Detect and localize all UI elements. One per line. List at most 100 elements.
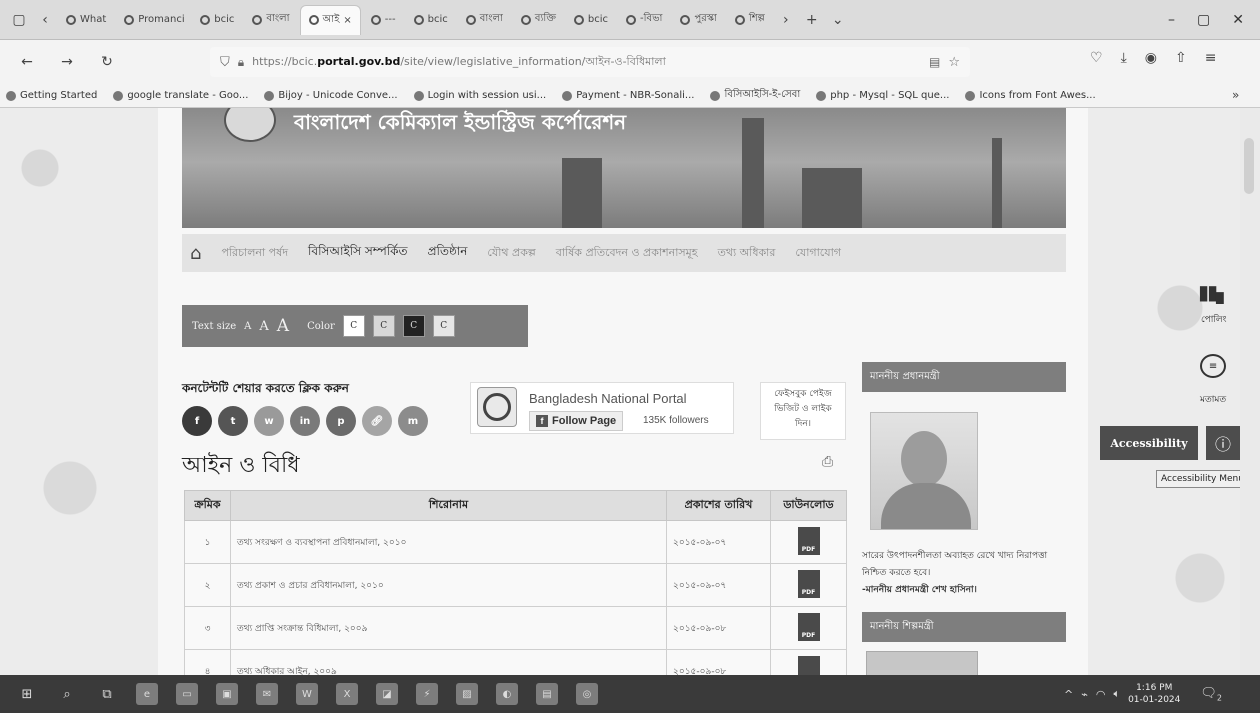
bookmark-item[interactable]: php - Mysql - SQL que...: [816, 90, 949, 101]
row-title[interactable]: তথ্য প্রকাশ ও প্রচার প্রবিধানমালা, ২০১০: [230, 563, 667, 607]
feedback-widget[interactable]: ≡ মতামত: [1200, 354, 1226, 407]
menu-icon[interactable]: ≡: [1205, 50, 1217, 66]
linkedin-icon[interactable]: in: [290, 406, 320, 436]
task-view-icon[interactable]: ⧉: [96, 683, 118, 705]
address-bar[interactable]: ⛉ 🔒︎ https://bcic.portal.gov.bd/site/vie…: [210, 47, 970, 77]
color-option-black[interactable]: C: [402, 315, 425, 337]
extensions-icon[interactable]: ⇧: [1175, 50, 1187, 66]
search-icon[interactable]: ⌕: [56, 683, 78, 705]
store-icon[interactable]: ▣: [216, 683, 238, 705]
pdf-download-icon[interactable]: PDF: [797, 612, 820, 641]
accessibility-button[interactable]: Accessibility: [1100, 426, 1198, 460]
lock-icon[interactable]: 🔒︎: [238, 55, 244, 70]
poll-widget[interactable]: ▮▮▖ পোলিং: [1198, 280, 1231, 327]
bookmark-star-icon[interactable]: ☆: [948, 55, 960, 70]
row-title[interactable]: তথ্য সংরক্ষণ ও ব্যবস্থাপনা প্রবিধানমালা,…: [230, 520, 667, 564]
print-icon[interactable]: ⎙: [822, 454, 842, 472]
link-icon[interactable]: 🔗︎: [362, 406, 392, 436]
bangladesh-portal-logo[interactable]: [477, 387, 517, 427]
firefox-icon[interactable]: ◐: [496, 683, 518, 705]
pdf-download-icon[interactable]: PDF: [797, 569, 820, 598]
pocket-icon[interactable]: ♡: [1090, 50, 1103, 66]
back-icon[interactable]: ←: [14, 49, 40, 75]
text-size-large[interactable]: A: [277, 316, 289, 336]
shield-icon[interactable]: ⛉: [220, 55, 230, 70]
browser-tab[interactable]: পুরস্কা: [672, 5, 724, 35]
windows-start-icon[interactable]: ⊞: [16, 683, 38, 705]
browser-tab[interactable]: bcic: [192, 5, 242, 35]
paint-icon[interactable]: ▨: [456, 683, 478, 705]
fb-page-name[interactable]: Bangladesh National Portal: [529, 391, 687, 406]
text-size-small[interactable]: A: [244, 321, 251, 332]
browser-tab[interactable]: ব্যক্তি: [513, 5, 564, 35]
pm-photo[interactable]: [870, 412, 978, 530]
account-icon[interactable]: ◉: [1145, 50, 1157, 66]
tab-list-chevron-icon[interactable]: ⌄: [825, 7, 851, 33]
pdf-download-icon[interactable]: PDF: [797, 526, 820, 555]
browser-tab[interactable]: bcic: [566, 5, 616, 35]
color-option-grey[interactable]: C: [372, 315, 395, 337]
excel-icon[interactable]: X: [336, 683, 358, 705]
nav-item[interactable]: বিসিআইসি সম্পর্কিত: [308, 243, 408, 263]
tab-overview-icon[interactable]: ▢: [6, 7, 32, 33]
browser-tab[interactable]: শিল্প: [727, 5, 773, 35]
browser-tab[interactable]: bcic: [406, 5, 456, 35]
tray-chevron-icon[interactable]: ^: [1064, 688, 1073, 701]
bookmarks-overflow-icon[interactable]: »: [1232, 88, 1239, 102]
color-option-white[interactable]: C: [342, 315, 365, 337]
forward-icon[interactable]: →: [54, 49, 80, 75]
nav-item[interactable]: বার্ষিক প্রতিবেদন ও প্রকাশনাসমূহ: [556, 244, 698, 263]
downloads-icon[interactable]: ⤓: [1121, 50, 1127, 66]
bookmark-item[interactable]: বিসিআইসি-ই-সেবা: [710, 87, 800, 104]
messenger-icon[interactable]: m: [398, 406, 428, 436]
browser-tab[interactable]: What: [58, 5, 114, 35]
nav-item[interactable]: তথ্য অধিকার: [718, 244, 776, 263]
browser-tab[interactable]: বাংলা: [244, 5, 297, 35]
twitter-icon[interactable]: t: [218, 406, 248, 436]
chrome-icon[interactable]: ◎: [576, 683, 598, 705]
minister-photo[interactable]: [866, 651, 978, 675]
app-icon[interactable]: ⚡: [416, 683, 438, 705]
color-option-light[interactable]: C: [432, 315, 455, 337]
accessibility-icon[interactable]: ⓘ: [1206, 426, 1240, 460]
home-icon[interactable]: ⌂: [190, 243, 201, 264]
browser-tab[interactable]: -বিভা: [618, 5, 670, 35]
whatsapp-icon[interactable]: w: [254, 406, 284, 436]
browser-tab[interactable]: আই ×: [299, 4, 361, 35]
bookmark-item[interactable]: Bijoy - Unicode Conve...: [264, 90, 398, 101]
reader-view-icon[interactable]: ▤: [929, 55, 940, 69]
bookmark-item[interactable]: Login with session usi...: [413, 90, 546, 101]
close-window-icon[interactable]: ✕: [1232, 12, 1244, 28]
new-tab-icon[interactable]: +: [799, 7, 825, 33]
photos-icon[interactable]: ◪: [376, 683, 398, 705]
bookmark-item[interactable]: google translate - Goo...: [113, 90, 248, 101]
mail-icon[interactable]: ✉: [256, 683, 278, 705]
clock[interactable]: 1:16 PM 01-01-2024: [1128, 682, 1180, 706]
pdf-download-icon[interactable]: PDF: [797, 655, 820, 675]
wifi-icon[interactable]: ◠: [1096, 688, 1106, 701]
minimize-icon[interactable]: –: [1168, 12, 1175, 28]
bookmark-item[interactable]: Icons from Font Awes...: [965, 90, 1096, 101]
facebook-icon[interactable]: f: [182, 406, 212, 436]
volume-icon[interactable]: 🔈︎: [1113, 687, 1120, 701]
word-icon[interactable]: W: [296, 683, 318, 705]
row-title[interactable]: তথ্য প্রাপ্তি সংক্রান্ত বিধিমালা, ২০০৯: [230, 606, 667, 650]
close-tab-icon[interactable]: ×: [343, 15, 351, 26]
browser-tab[interactable]: Promanci: [116, 5, 190, 35]
text-size-medium[interactable]: A: [259, 319, 268, 334]
row-title[interactable]: তথ্য অধিকার আইন, ২০০৯: [230, 649, 667, 675]
tab-scroll-left-icon[interactable]: ‹: [32, 7, 58, 33]
bookmark-item[interactable]: Payment - NBR-Sonali...: [562, 90, 694, 101]
file-explorer-icon[interactable]: ▭: [176, 683, 198, 705]
bookmark-item[interactable]: Getting Started: [6, 90, 97, 101]
browser-tab[interactable]: ---: [363, 5, 404, 35]
follow-page-button[interactable]: f Follow Page: [529, 411, 624, 431]
network-icon[interactable]: ⌁: [1081, 688, 1088, 701]
document-icon[interactable]: ▤: [536, 683, 558, 705]
browser-tab[interactable]: বাংলা: [458, 5, 511, 35]
edge-icon[interactable]: e: [136, 683, 158, 705]
facebook-page-widget[interactable]: Bangladesh National Portal f Follow Page…: [470, 382, 734, 434]
bcic-logo[interactable]: [224, 108, 276, 142]
nav-item[interactable]: প্রতিষ্ঠান: [428, 243, 468, 263]
maximize-icon[interactable]: ▢: [1197, 12, 1210, 28]
